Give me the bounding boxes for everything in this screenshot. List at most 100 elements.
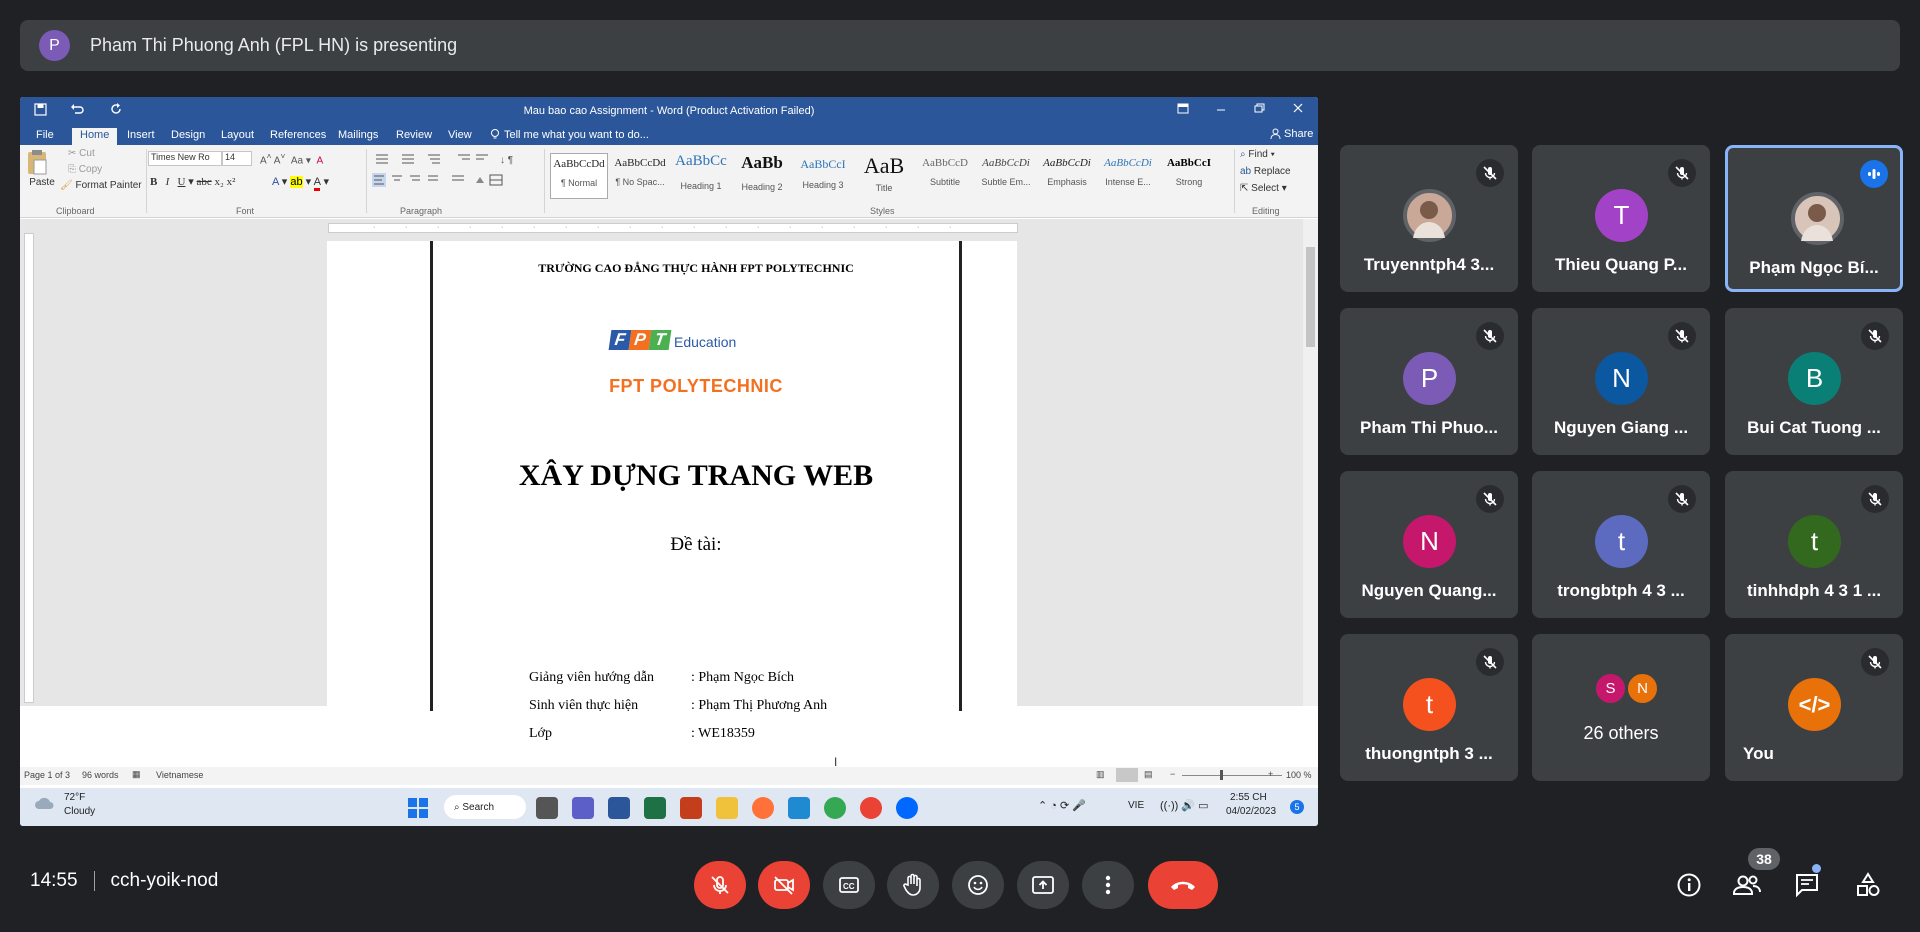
chat-button[interactable] bbox=[1790, 868, 1824, 902]
participant-tile[interactable]: N Nguyen Giang ... bbox=[1532, 308, 1710, 455]
clock-date[interactable]: 04/02/2023 bbox=[1226, 806, 1276, 817]
participant-tile[interactable]: S N 26 others bbox=[1532, 634, 1710, 781]
tell-me-field[interactable]: Tell me what you want to do... bbox=[504, 129, 649, 141]
notification-badge[interactable]: 5 bbox=[1290, 800, 1304, 814]
task-view-icon[interactable] bbox=[536, 797, 558, 819]
raise-hand-button[interactable] bbox=[887, 861, 939, 909]
font-name-field[interactable]: Times New Ro bbox=[148, 151, 222, 166]
people-button[interactable] bbox=[1730, 868, 1764, 902]
tab-file[interactable]: File bbox=[36, 129, 54, 141]
tab-references[interactable]: References bbox=[270, 129, 326, 141]
style-item[interactable]: AaB Title bbox=[855, 153, 913, 199]
style-item[interactable]: AaBbCcI Strong bbox=[1160, 153, 1218, 199]
taskbar-search[interactable]: ⌕ Search bbox=[444, 795, 526, 819]
start-icon[interactable] bbox=[408, 798, 428, 818]
excel-app-icon[interactable] bbox=[644, 797, 666, 819]
participant-tile[interactable]: </> You bbox=[1725, 634, 1903, 781]
captions-button[interactable]: CC bbox=[823, 861, 875, 909]
zoom-in-icon[interactable]: + bbox=[1268, 769, 1273, 779]
participant-tile[interactable]: T Thieu Quang P... bbox=[1532, 145, 1710, 292]
zoom-thumb[interactable] bbox=[1220, 770, 1223, 780]
participant-tile[interactable]: Phạm Ngọc Bí... bbox=[1725, 145, 1903, 292]
reactions-button[interactable] bbox=[952, 861, 1004, 909]
participant-tile[interactable]: N Nguyen Quang... bbox=[1340, 471, 1518, 618]
leave-call-button[interactable] bbox=[1148, 861, 1218, 909]
input-language[interactable]: VIE bbox=[1128, 800, 1144, 811]
tab-home[interactable]: Home bbox=[72, 128, 118, 145]
style-item[interactable]: AaBbCcDi Emphasis bbox=[1038, 153, 1096, 199]
style-normal[interactable]: AaBbCcDd ¶ Normal bbox=[550, 153, 608, 199]
word-count[interactable]: 96 words bbox=[82, 770, 119, 780]
participant-tile[interactable]: P Pham Thi Phuo... bbox=[1340, 308, 1518, 455]
zoom-out-icon[interactable]: − bbox=[1170, 769, 1175, 779]
share-button[interactable]: Share bbox=[1270, 128, 1313, 140]
replace-button[interactable]: ab Replace bbox=[1240, 166, 1291, 177]
tab-insert[interactable]: Insert bbox=[127, 129, 155, 141]
microphone-button[interactable] bbox=[694, 861, 746, 909]
powerpoint-app-icon[interactable] bbox=[680, 797, 702, 819]
activities-button[interactable] bbox=[1851, 868, 1885, 902]
select-button[interactable]: ⇱ Select ▾ bbox=[1240, 183, 1287, 194]
chrome-icon[interactable] bbox=[824, 797, 846, 819]
scroll-thumb[interactable] bbox=[1306, 247, 1315, 347]
find-button[interactable]: ⌕ Find ▾ bbox=[1240, 149, 1275, 160]
participant-tile[interactable]: t thuongntph 3 ... bbox=[1340, 634, 1518, 781]
zalo-icon[interactable] bbox=[896, 797, 918, 819]
read-mode-icon[interactable]: ▥ bbox=[1096, 769, 1105, 780]
tab-review[interactable]: Review bbox=[396, 129, 432, 141]
tab-design[interactable]: Design bbox=[171, 129, 205, 141]
ribbon-display-icon[interactable] bbox=[1177, 103, 1189, 114]
format-painter-button[interactable]: 🖌 Format Painter bbox=[60, 180, 142, 191]
meeting-code[interactable]: cch-yoik-nod bbox=[111, 870, 219, 892]
tab-mailings[interactable]: Mailings bbox=[338, 129, 378, 141]
style-item[interactable]: AaBb Heading 2 bbox=[733, 153, 791, 199]
style-item[interactable]: AaBbCcDd ¶ No Spac... bbox=[611, 153, 669, 199]
language[interactable]: Vietnamese bbox=[156, 770, 203, 780]
tab-view[interactable]: View bbox=[448, 129, 472, 141]
font-size-field[interactable]: 14 bbox=[222, 151, 252, 166]
font-color-buttons[interactable]: A ▾ ab ▾ A ▾ bbox=[272, 175, 329, 191]
paste-button[interactable]: Paste bbox=[26, 149, 58, 188]
meeting-details-button[interactable] bbox=[1672, 868, 1706, 902]
vertical-scrollbar[interactable] bbox=[1303, 219, 1318, 706]
weather[interactable]: Cloudy bbox=[64, 806, 95, 817]
participant-tile[interactable]: t tinhhdph 4 3 1 ... bbox=[1725, 471, 1903, 618]
page-count[interactable]: Page 1 of 3 bbox=[24, 770, 70, 780]
tray-icons[interactable]: ⌃ ◔ ⟳ 🎤 bbox=[1038, 799, 1086, 812]
file-explorer-icon[interactable] bbox=[716, 797, 738, 819]
temperature[interactable]: 72°F bbox=[64, 792, 85, 803]
minimize-icon[interactable] bbox=[1215, 103, 1227, 114]
network-volume-battery-icons[interactable]: ((·)) 🔊 ▭ bbox=[1160, 799, 1209, 812]
print-layout-icon[interactable] bbox=[1116, 768, 1138, 782]
style-item[interactable]: AaBbCcDi Intense E... bbox=[1099, 153, 1157, 199]
align-icons[interactable] bbox=[372, 173, 532, 187]
cut-button[interactable]: ✂ Cut bbox=[68, 148, 95, 159]
vscode-icon[interactable] bbox=[788, 797, 810, 819]
clock-time[interactable]: 2:55 CH bbox=[1230, 792, 1267, 803]
tab-layout[interactable]: Layout bbox=[221, 129, 254, 141]
teams-icon[interactable] bbox=[572, 797, 594, 819]
chrome-profile-icon[interactable] bbox=[860, 797, 882, 819]
proofing-icon[interactable]: ▦ bbox=[132, 769, 141, 780]
style-item[interactable]: AaBbCcDi Subtle Em... bbox=[977, 153, 1035, 199]
format-buttons[interactable]: B I U ▾ abc x₂ x² bbox=[150, 175, 235, 188]
list-icons[interactable]: ↓ ¶ bbox=[372, 152, 532, 166]
style-item[interactable]: AaBbCcI Heading 3 bbox=[794, 153, 852, 199]
restore-icon[interactable] bbox=[1253, 103, 1265, 114]
web-layout-icon[interactable]: ▤ bbox=[1144, 769, 1153, 780]
copy-button[interactable]: ⎘ Copy bbox=[68, 164, 102, 175]
style-item[interactable]: AaBbCcD Subtitle bbox=[916, 153, 974, 199]
participant-tile[interactable]: Truyenntph4 3... bbox=[1340, 145, 1518, 292]
participant-tile[interactable]: t trongbtph 4 3 ... bbox=[1532, 471, 1710, 618]
camera-button[interactable] bbox=[758, 861, 810, 909]
zoom-level[interactable]: 100 % bbox=[1286, 770, 1312, 780]
present-button[interactable] bbox=[1017, 861, 1069, 909]
close-icon[interactable] bbox=[1292, 103, 1304, 114]
firefox-icon[interactable] bbox=[752, 797, 774, 819]
zoom-slider[interactable] bbox=[1182, 775, 1282, 776]
style-item[interactable]: AaBbCc Heading 1 bbox=[672, 153, 730, 199]
word-app-icon[interactable] bbox=[608, 797, 630, 819]
grow-shrink-font-icons[interactable]: A˄ A˅ Aa ▾ A bbox=[260, 151, 323, 166]
more-options-button[interactable] bbox=[1082, 861, 1134, 909]
participant-tile[interactable]: B Bui Cat Tuong ... bbox=[1725, 308, 1903, 455]
